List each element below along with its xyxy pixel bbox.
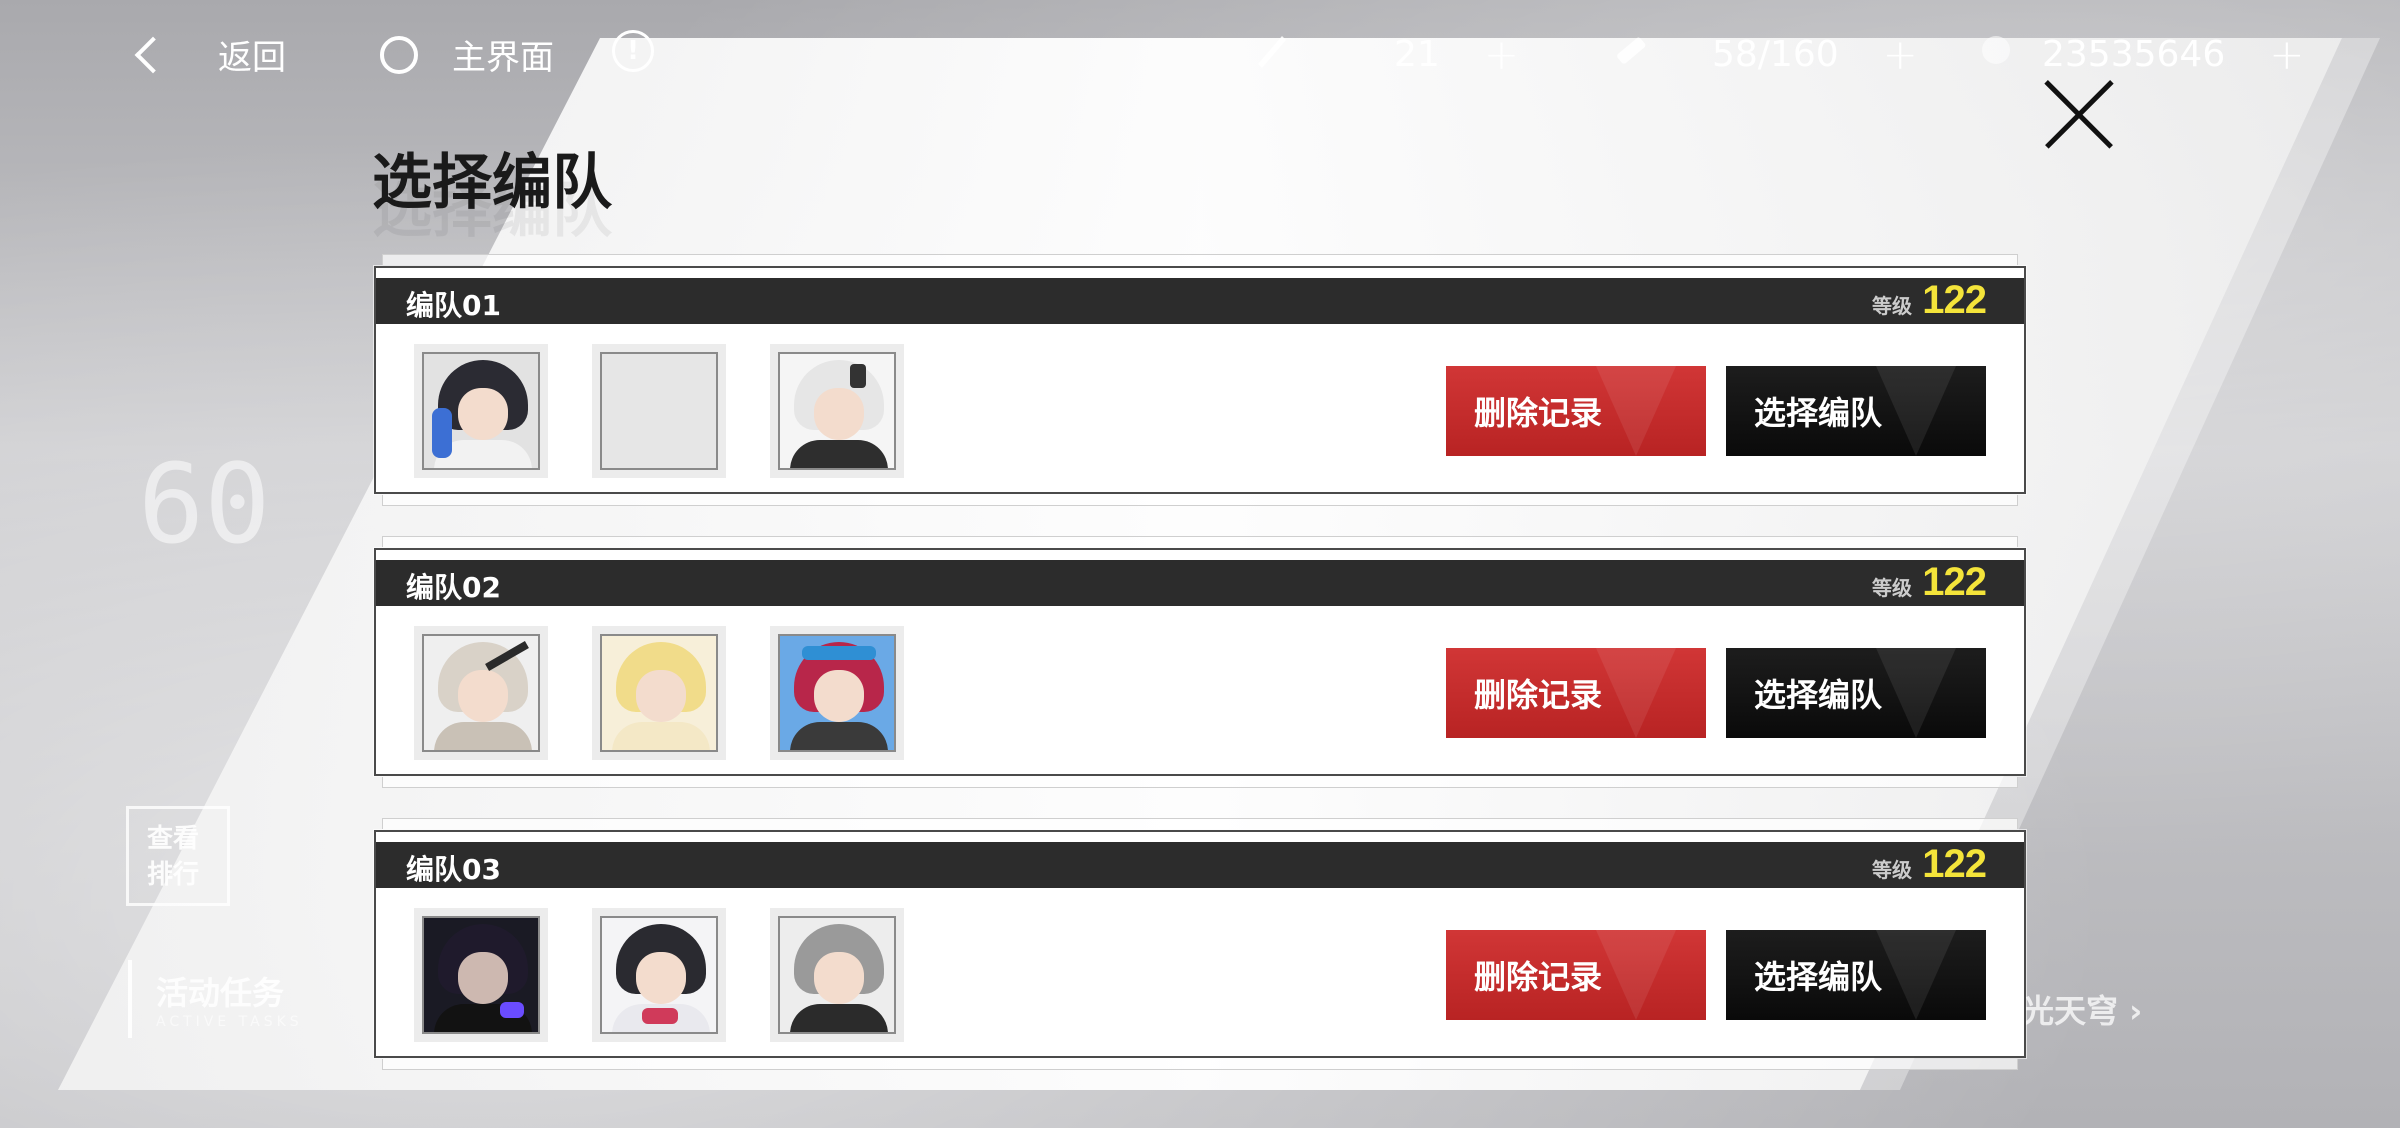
level-label: 等级 [1872,576,1912,600]
home-label: 主界面 [452,38,554,78]
team-header: 编队03 等级 122 [376,842,2024,888]
back-button[interactable]: 返回 [134,30,286,79]
member-slots [414,344,904,478]
active-task-background: 活动任务 ACTIVE TASKS [128,960,388,1038]
rank-button-background: 查看排行 [126,806,230,906]
add-stamina-button[interactable]: + [1883,30,1918,79]
member-slot[interactable] [592,626,726,760]
member-slot[interactable] [770,908,904,1042]
team-header: 编队01 等级 122 [376,278,2024,324]
character-avatar [600,634,718,752]
character-avatar [778,634,896,752]
character-avatar [778,352,896,470]
select-team-button[interactable]: 选择编队 [1726,366,1986,456]
member-slots [414,626,904,760]
character-avatar [422,352,540,470]
select-team-button[interactable]: 选择编队 [1726,930,1986,1020]
character-avatar [778,916,896,1034]
member-slot[interactable] [770,344,904,478]
top-bar: 返回 主界面 ! 21 + 58/160 + 23535646 + [0,0,2400,110]
resource-stamina: 58/160 + [1712,30,1918,79]
resource-currency: 23535646 + [2042,30,2304,79]
active-task-subtitle: ACTIVE TASKS [156,1014,303,1030]
background-number: 60 [138,440,271,568]
member-slot-empty[interactable] [592,344,726,478]
member-slot[interactable] [414,626,548,760]
team-card-01: 编队01 等级 122 删除记录 选择编队 [374,254,2026,506]
level-value: 122 [1922,842,1987,886]
empty-slot [600,352,718,470]
energy-value: 21 [1394,34,1440,75]
team-name: 编队01 [406,289,501,322]
add-currency-button[interactable]: + [2269,30,2304,79]
back-label: 返回 [218,38,286,78]
level-value: 122 [1922,278,1987,322]
character-avatar [422,634,540,752]
team-name: 编队03 [406,853,501,886]
level-value: 122 [1922,560,1987,604]
delete-record-button[interactable]: 删除记录 [1446,648,1706,738]
currency-icon [1982,36,2010,64]
resource-energy: 21 + [1394,30,1519,79]
member-slot[interactable] [592,908,726,1042]
chevron-left-icon [134,36,172,73]
team-card-03: 编队03 等级 122 删除记录 选择编队 [374,818,2026,1070]
add-energy-button[interactable]: + [1484,30,1519,79]
member-slots [414,908,904,1042]
delete-record-button[interactable]: 删除记录 [1446,930,1706,1020]
team-card-02: 编队02 等级 122 删除记录 选择编队 [374,536,2026,788]
home-ring-icon [380,35,418,74]
character-avatar [422,916,540,1034]
team-name: 编队02 [406,571,501,604]
member-slot[interactable] [414,908,548,1042]
character-avatar [600,916,718,1034]
energy-icon [1258,36,1286,68]
home-button[interactable]: 主界面 [380,30,554,79]
page-title: 选择编队 [372,148,612,218]
currency-value: 23535646 [2042,34,2226,75]
member-slot[interactable] [414,344,548,478]
stamina-value: 58/160 [1712,34,1839,75]
level-label: 等级 [1872,858,1912,882]
team-header: 编队02 等级 122 [376,560,2024,606]
info-icon: ! [612,30,654,72]
select-team-button[interactable]: 选择编队 [1726,648,1986,738]
close-icon[interactable] [2042,78,2116,152]
stamina-icon [1617,37,1646,64]
level-label: 等级 [1872,294,1912,318]
info-button[interactable]: ! [612,30,654,72]
delete-record-button[interactable]: 删除记录 [1446,366,1706,456]
active-task-label: 活动任务 [156,974,285,1012]
member-slot[interactable] [770,626,904,760]
